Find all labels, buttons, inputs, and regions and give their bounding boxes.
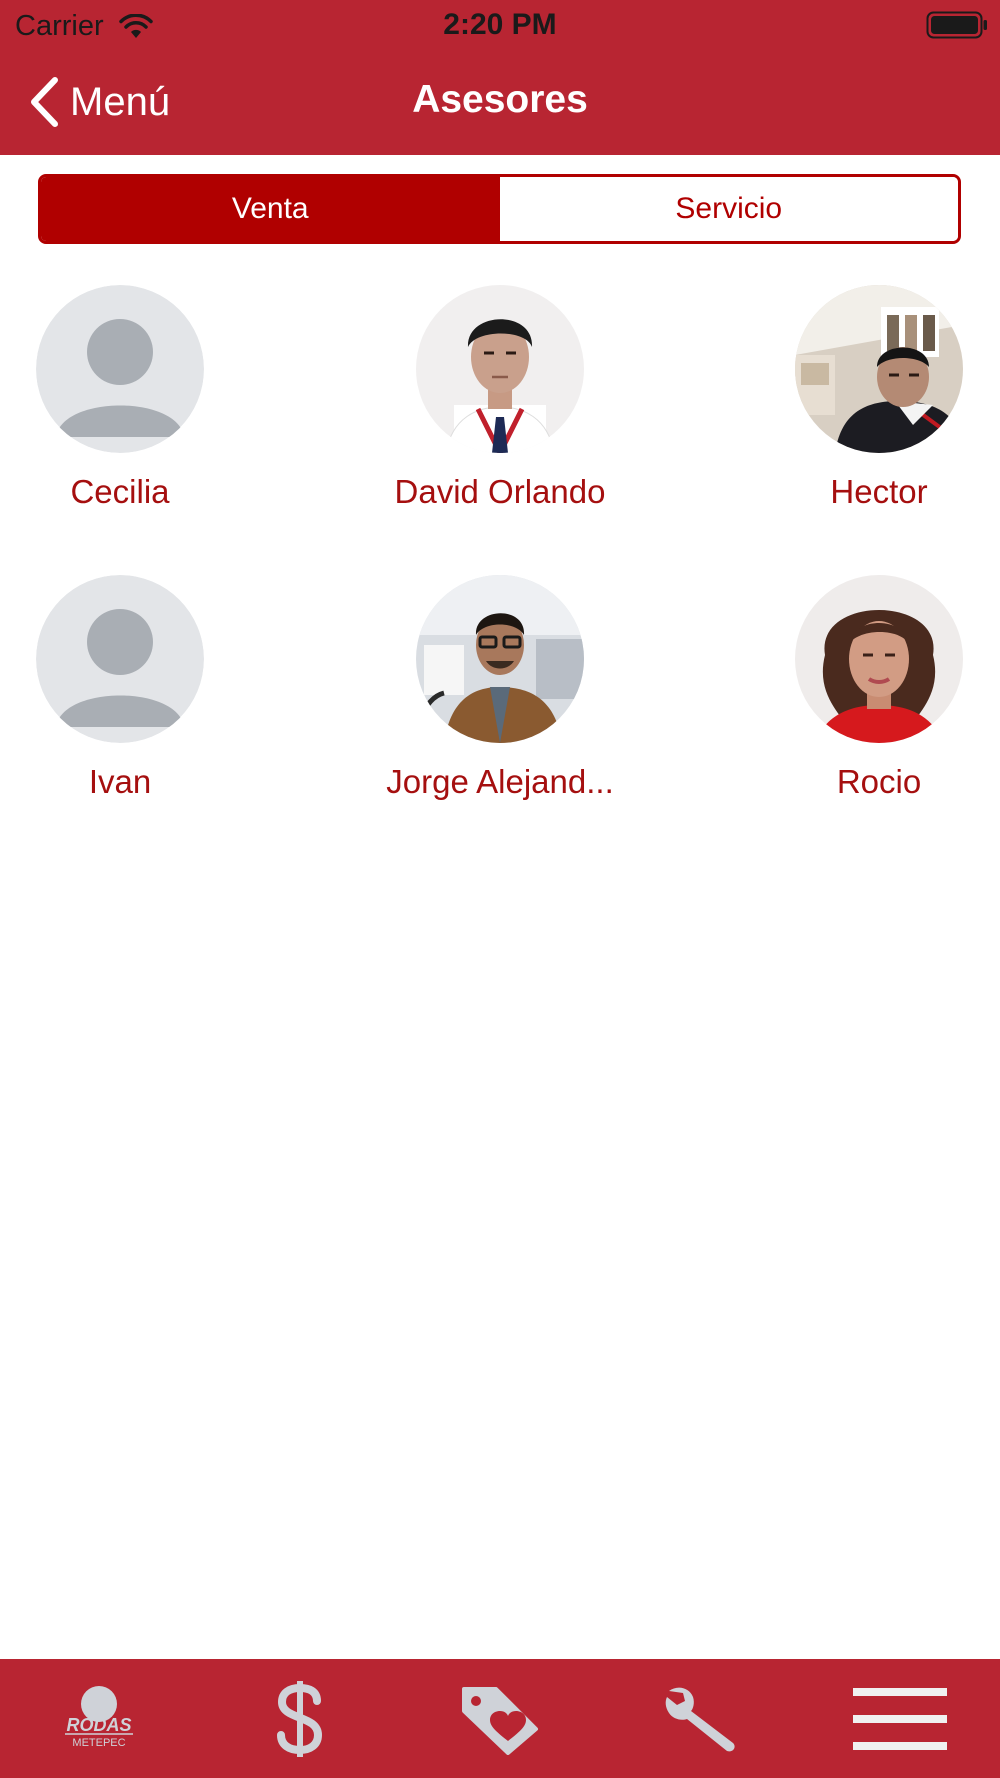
navigation-header: Carrier 2:20 PM Menú Asesores bbox=[0, 0, 1000, 155]
tab-service[interactable] bbox=[600, 1659, 800, 1778]
segmented-control: Venta Servicio bbox=[38, 174, 961, 244]
default-avatar-icon bbox=[36, 575, 204, 743]
logo-text: RODAS bbox=[66, 1715, 131, 1735]
tab-home[interactable]: RODAS METEPEC bbox=[0, 1659, 200, 1778]
advisor-card[interactable]: Ivan bbox=[0, 575, 270, 801]
logo-icon: RODAS METEPEC bbox=[65, 1685, 133, 1749]
segment-servicio[interactable]: Servicio bbox=[499, 177, 958, 241]
wrench-icon bbox=[665, 1687, 735, 1751]
logo-subtext: METEPEC bbox=[72, 1737, 125, 1749]
advisor-card[interactable]: Jorge Alejand... bbox=[350, 575, 650, 801]
advisor-card[interactable]: Cecilia bbox=[0, 285, 270, 511]
advisor-name: Jorge Alejand... bbox=[386, 763, 614, 800]
advisor-name: Hector bbox=[830, 473, 928, 510]
advisor-card[interactable]: Rocio bbox=[729, 575, 1000, 801]
advisor-name: Cecilia bbox=[70, 473, 170, 510]
advisor-photo bbox=[795, 575, 963, 743]
advisor-card[interactable]: Hector bbox=[729, 285, 1000, 511]
advisor-photo bbox=[416, 575, 584, 743]
advisor-name: Rocio bbox=[836, 763, 922, 800]
advisor-photo bbox=[416, 285, 584, 453]
segment-venta[interactable]: Venta bbox=[41, 177, 500, 241]
advisor-photo bbox=[795, 285, 963, 453]
advisor-name: David Orlando bbox=[394, 473, 606, 510]
default-avatar-icon bbox=[36, 285, 204, 453]
tab-bar: RODAS METEPEC bbox=[0, 1659, 1000, 1778]
advisor-card[interactable]: David Orlando bbox=[350, 285, 650, 511]
page-title: Asesores bbox=[412, 78, 588, 121]
tab-prices[interactable] bbox=[200, 1659, 400, 1778]
dollar-icon bbox=[277, 1680, 323, 1757]
menu-icon bbox=[853, 1687, 947, 1750]
status-bar: Carrier 2:20 PM bbox=[0, 0, 1000, 50]
tab-menu[interactable] bbox=[800, 1659, 1000, 1778]
advisor-name: Ivan bbox=[88, 763, 152, 800]
tag-heart-icon bbox=[462, 1686, 538, 1755]
tab-offers[interactable] bbox=[400, 1659, 600, 1778]
battery-icon bbox=[926, 11, 987, 39]
clock: 2:20 PM bbox=[443, 8, 557, 41]
